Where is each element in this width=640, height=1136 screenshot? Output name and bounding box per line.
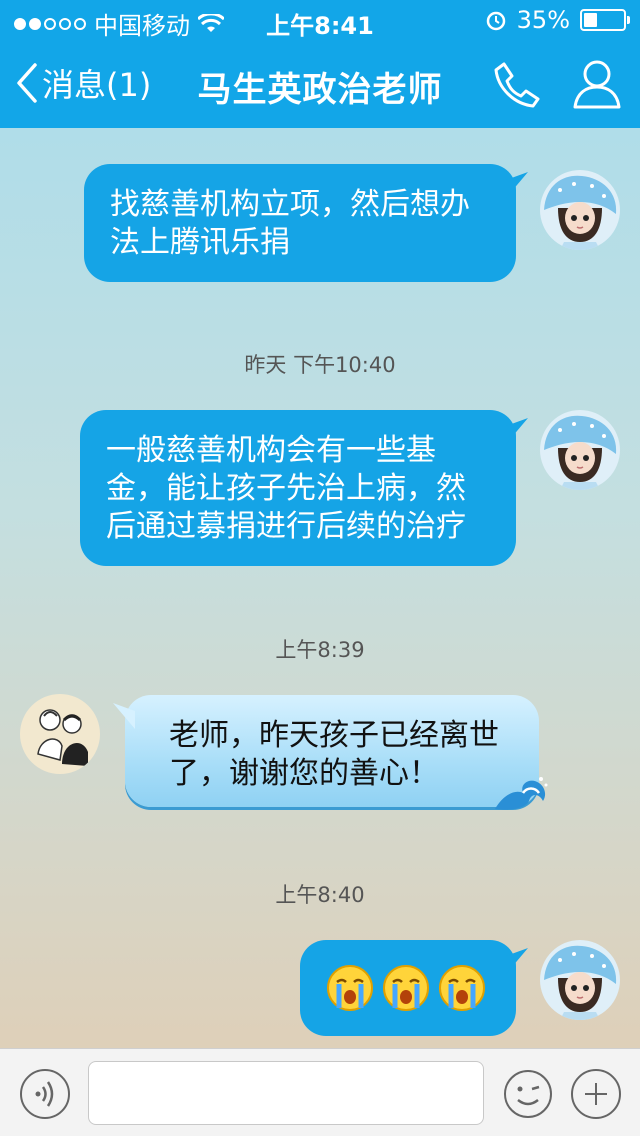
message-bubble[interactable] xyxy=(300,940,516,1036)
message-line: 一般慈善机构会有一些基 xyxy=(106,433,436,468)
message-line: 找慈善机构立项，然后想办 xyxy=(110,187,470,222)
battery-icon xyxy=(580,9,630,31)
timestamp: 上午8:39 xyxy=(275,638,365,662)
message-line: 后通过募捐进行后续的治疗 xyxy=(106,509,466,544)
message-line: 法上腾讯乐捐 xyxy=(110,225,290,260)
contact-avatar[interactable] xyxy=(20,694,100,774)
emoji-button[interactable] xyxy=(503,1069,553,1119)
message-line: 老师，昨天孩子已经离世 xyxy=(169,718,499,753)
my-avatar[interactable] xyxy=(540,410,620,490)
battery-percent: 35% xyxy=(516,6,570,34)
contact-icon[interactable] xyxy=(572,58,622,110)
voice-icon xyxy=(35,1081,54,1107)
message-line: 金，能让孩子先治上病，然 xyxy=(106,471,466,506)
my-avatar[interactable] xyxy=(540,940,620,1020)
crying-face-icon xyxy=(438,964,486,1012)
message-line: 了，谢谢您的善心！ xyxy=(169,756,439,791)
wave-decoration-icon xyxy=(495,777,548,810)
timestamp: 昨天 下午10:40 xyxy=(244,353,396,377)
plus-button[interactable] xyxy=(571,1069,621,1119)
crying-face-icon xyxy=(382,964,430,1012)
nav-bar: 消息(1) 马生英政治老师 xyxy=(0,44,640,128)
message-bubble[interactable]: 老师，昨天孩子已经离世 了，谢谢您的善心！ xyxy=(125,695,548,810)
message-bubble[interactable]: 一般慈善机构会有一些基 金，能让孩子先治上病，然 后通过募捐进行后续的治疗 xyxy=(80,410,516,566)
top-bar: 中国移动 上午8:41 35% 消息(1) 马生英政治老师 xyxy=(0,0,640,128)
phone-icon[interactable] xyxy=(492,60,542,110)
alarm-icon xyxy=(486,11,505,31)
my-avatar[interactable] xyxy=(540,170,620,250)
status-bar: 中国移动 上午8:41 35% xyxy=(0,0,640,40)
message-input[interactable] xyxy=(88,1061,484,1125)
voice-button[interactable] xyxy=(20,1069,70,1119)
chat-title: 马生英政治老师 xyxy=(197,70,443,110)
message-bubble[interactable]: 找慈善机构立项，然后想办 法上腾讯乐捐 xyxy=(84,164,516,282)
crying-face-icon xyxy=(326,964,374,1012)
timestamp: 上午8:40 xyxy=(275,883,365,907)
input-bar xyxy=(0,1048,640,1136)
